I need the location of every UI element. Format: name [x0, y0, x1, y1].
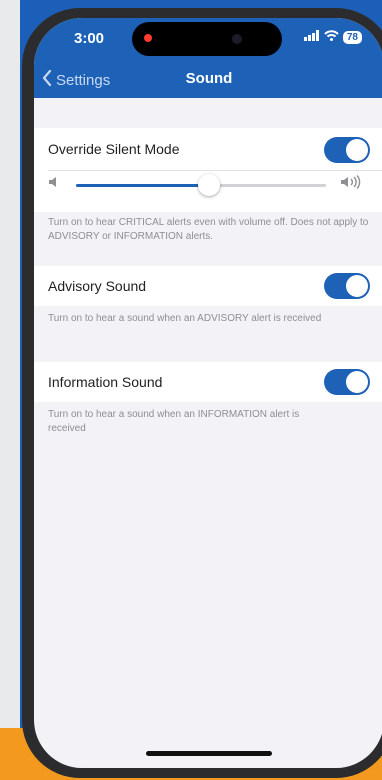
- information-sound-row: Information Sound: [34, 362, 382, 402]
- divider: [48, 170, 382, 171]
- advisory-sound-label: Advisory Sound: [48, 278, 147, 294]
- status-icons: 78: [303, 30, 362, 44]
- recording-indicator-icon: [144, 34, 152, 42]
- battery-icon: 78: [342, 30, 362, 44]
- dynamic-island: [132, 22, 282, 56]
- status-time: 3:00: [74, 30, 105, 47]
- override-silent-description: Turn on to hear CRITICAL alerts even wit…: [48, 217, 369, 242]
- phone-screen: 3:00 78 Settings Sound Override Silent M…: [34, 18, 382, 768]
- header: 3:00 78 Settings Sound: [34, 18, 382, 98]
- information-sound-label: Information Sound: [48, 374, 163, 390]
- volume-high-icon: [340, 175, 362, 192]
- advisory-sound-toggle[interactable]: [324, 273, 370, 299]
- override-silent-label: Override Silent Mode: [48, 141, 180, 157]
- toggle-knob: [346, 371, 368, 393]
- toggle-knob: [346, 139, 368, 161]
- information-sound-description: Turn on to hear a sound when an INFORMAT…: [48, 409, 300, 434]
- volume-slider-thumb[interactable]: [197, 174, 220, 196]
- information-sound-toggle[interactable]: [324, 369, 370, 395]
- override-silent-toggle[interactable]: [324, 137, 370, 163]
- page-title: Sound: [185, 70, 233, 87]
- home-indicator[interactable]: [146, 751, 272, 756]
- camera-icon: [232, 34, 242, 44]
- wifi-icon: [324, 30, 339, 44]
- volume-low-icon: [48, 176, 60, 191]
- advisory-sound-description: Turn on to hear a sound when an ADVISORY…: [48, 313, 322, 324]
- signal-icon: [303, 30, 320, 44]
- background-left: [0, 0, 20, 780]
- toggle-knob: [346, 275, 368, 297]
- volume-slider-fill: [76, 184, 209, 187]
- advisory-sound-row: Advisory Sound: [34, 266, 382, 306]
